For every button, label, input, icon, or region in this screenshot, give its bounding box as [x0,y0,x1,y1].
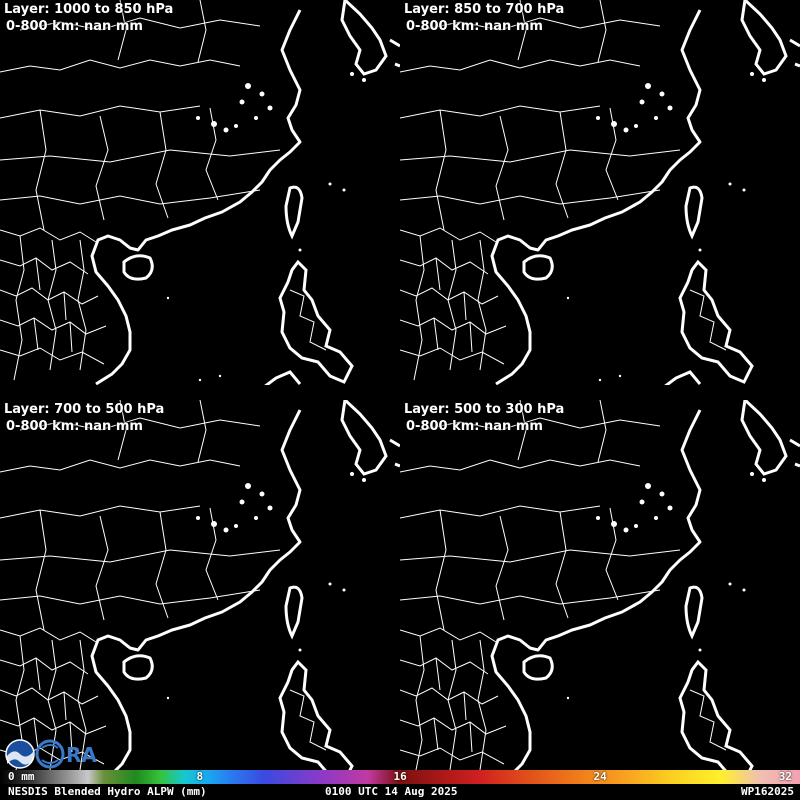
panel-layer-stat: 0-800 km: nan mm [406,19,543,34]
storm-id-label: WP162025 [741,785,794,798]
coastline-map [400,400,800,770]
panel-layer-500-300: Layer: 500 to 300 hPa 0-800 km: nan mm [400,400,800,770]
product-label: NESDIS Blended Hydro ALPW (mm) [8,785,207,798]
panel-layer-stat: 0-800 km: nan mm [406,419,543,434]
colorbar-tick-label: 0 mm [8,770,35,783]
panel-layer-title: Layer: 1000 to 850 hPa [4,2,174,17]
colorbar-tick-label: 8 [196,770,204,783]
colorbar: 0 mm 8 16 24 32 [0,770,800,784]
panel-layer-850-700: Layer: 850 to 700 hPa 0-800 km: nan mm [400,0,800,385]
noaa-logo-icon [5,739,35,769]
svg-text:RA: RA [66,743,97,767]
agency-logos: RA [5,739,97,769]
panel-layer-title: Layer: 850 to 700 hPa [404,2,565,17]
cira-logo-icon: RA [35,739,97,769]
colorbar-tick-label: 32 [778,770,792,783]
panel-layer-700-500: Layer: 700 to 500 hPa 0-800 km: nan mm [0,400,400,770]
timestamp-label: 0100 UTC 14 Aug 2025 [325,785,458,798]
coastline-map [0,0,400,385]
footer-bar: NESDIS Blended Hydro ALPW (mm) 0100 UTC … [0,784,800,800]
colorbar-tick-label: 16 [393,770,407,783]
coastline-map [400,0,800,385]
coastline-map [0,400,400,770]
colorbar-tick-label: 24 [593,770,607,783]
panel-layer-title: Layer: 500 to 300 hPa [404,402,565,417]
panel-layer-title: Layer: 700 to 500 hPa [4,402,165,417]
panel-layer-stat: 0-800 km: nan mm [6,419,143,434]
panel-layer-1000-850: Layer: 1000 to 850 hPa 0-800 km: nan mm [0,0,400,385]
panel-layer-stat: 0-800 km: nan mm [6,19,143,34]
